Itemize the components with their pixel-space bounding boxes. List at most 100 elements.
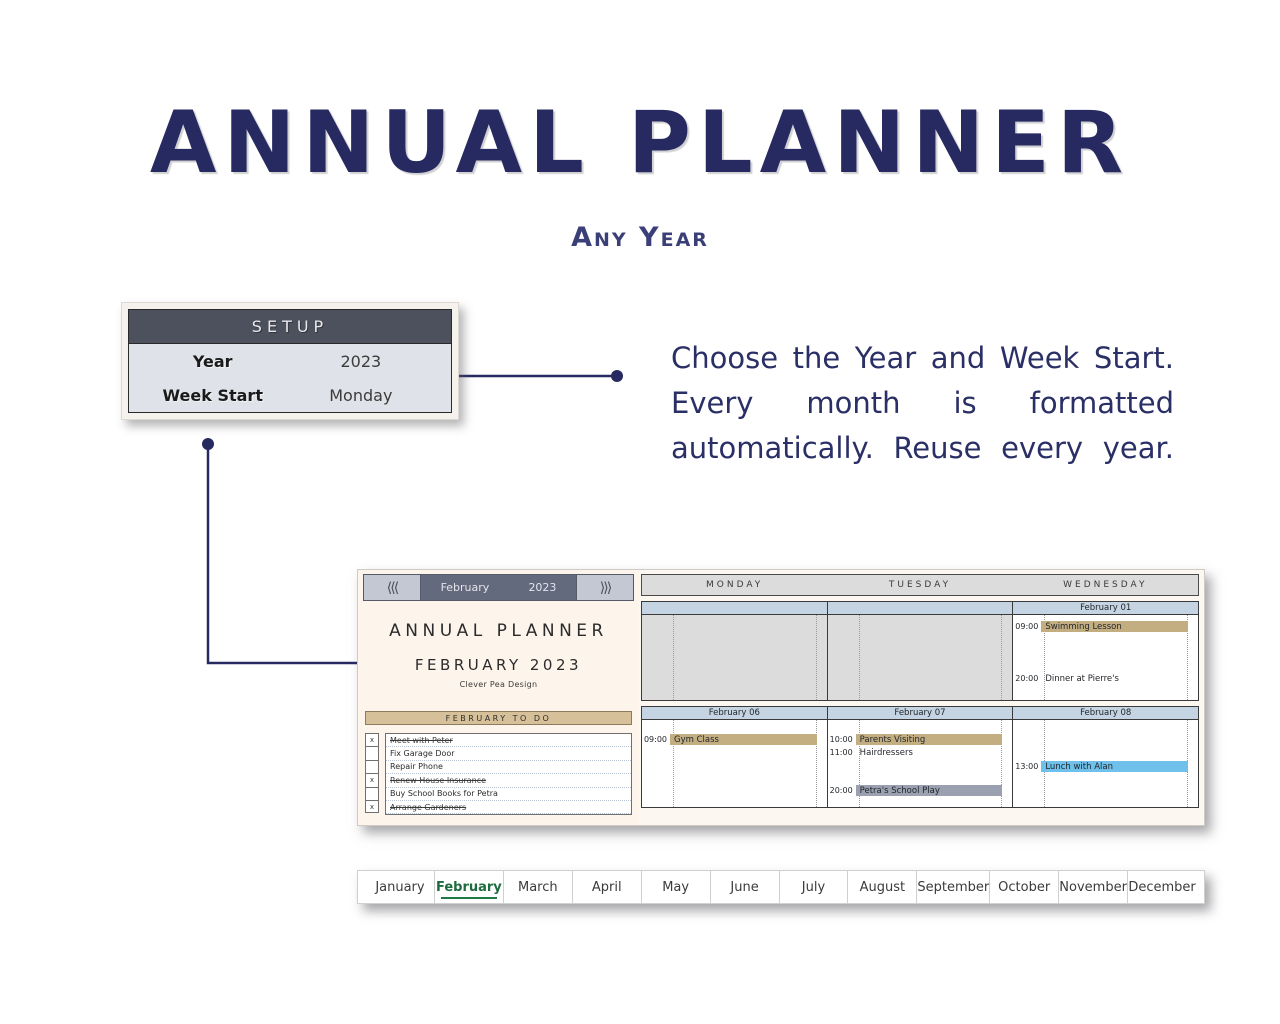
- poster-canvas: ANNUAL PLANNER Any Year SETUP Year 2023 …: [0, 0, 1280, 1024]
- setup-year-label: Year: [192, 351, 233, 371]
- calendar-date-label: February 01: [1013, 602, 1199, 615]
- calendar-event-label[interactable]: Petra's School Play: [855, 785, 1003, 796]
- todo-checkbox[interactable]: x: [365, 799, 379, 814]
- page-title: ANNUAL PLANNER: [149, 93, 1131, 193]
- calendar-day-body[interactable]: 09:00 Swimming Lesson 20:00 Dinner at Pierr…: [1013, 615, 1199, 700]
- calendar-event-time: 13:00: [1015, 762, 1039, 771]
- setup-header-label: SETUP: [129, 310, 451, 344]
- calendar-day-body[interactable]: 10:00 Parents Visiting 11:00 Hairdressers 20…: [827, 720, 1013, 807]
- calendar-event[interactable]: 09:00 Swimming Lesson: [1013, 621, 1198, 632]
- calendar-day-cell[interactable]: [642, 602, 828, 700]
- setup-year-value[interactable]: 2023: [296, 352, 425, 371]
- calendar-day-cell[interactable]: February 07 10:00 Parents Visiting 11:00 Hai…: [827, 707, 1014, 807]
- calendar-guide-line: [815, 615, 817, 700]
- planner-brand-title: ANNUAL PLANNER: [389, 621, 608, 641]
- prev-month-button[interactable]: ⟨⟨⟨: [363, 574, 421, 601]
- todo-section-header: FEBRUARY TO DO: [365, 711, 632, 725]
- todo-checkbox[interactable]: [365, 786, 379, 800]
- calendar-day-cell[interactable]: February 08 13:00 Lunch with Alan: [1013, 707, 1199, 807]
- page-subtitle: Any Year: [571, 222, 709, 253]
- calendar-weeks: February 01 09:00 Swimming Lesson 20:00 Dinn…: [641, 596, 1199, 808]
- current-month-display: February 2023: [421, 574, 576, 601]
- calendar-date-label: February 08: [1013, 707, 1199, 720]
- month-tab-october[interactable]: October: [990, 871, 1060, 903]
- todo-item[interactable]: Renew House Insurance: [386, 774, 631, 788]
- calendar-event[interactable]: 20:00 Dinner at Pierre's: [1013, 673, 1198, 684]
- calendar-week-row: February 06 09:00 Gym Class February 07 10:0…: [641, 706, 1199, 808]
- todo-checkbox[interactable]: x: [365, 773, 379, 787]
- calendar-event-time: 09:00: [643, 735, 667, 744]
- calendar-event-label[interactable]: Dinner at Pierre's: [1041, 673, 1188, 684]
- planner-nav-bar: ⟨⟨⟨ February 2023 ⟩⟩⟩: [363, 574, 634, 601]
- calendar-event-label[interactable]: Parents Visiting: [855, 734, 1003, 745]
- calendar-day-cell[interactable]: [827, 602, 1014, 700]
- calendar-event[interactable]: 09:00 Gym Class: [642, 734, 827, 745]
- calendar-guide-line: [858, 615, 860, 700]
- calendar-event-time: 20:00: [1015, 674, 1039, 683]
- setup-row-week-start: Week Start Monday: [129, 378, 451, 412]
- calendar-event-label[interactable]: Lunch with Alan: [1041, 761, 1189, 772]
- todo-item[interactable]: Fix Garage Door: [386, 747, 631, 761]
- calendar-event-time: 20:00: [829, 786, 853, 795]
- month-tab-february[interactable]: February: [435, 871, 504, 903]
- calendar-day-header: TUESDAY: [888, 580, 952, 590]
- setup-row-year: Year 2023: [129, 344, 451, 378]
- setup-panel-inner: SETUP Year 2023 Week Start Monday: [128, 309, 452, 413]
- planner-screenshot: ⟨⟨⟨ February 2023 ⟩⟩⟩ ANNUAL PLANNER FEB…: [357, 569, 1205, 826]
- calendar-day-headers: MONDAY TUESDAY WEDNESDAY: [641, 574, 1199, 596]
- calendar-event[interactable]: 13:00 Lunch with Alan: [1013, 761, 1198, 772]
- month-tab-may[interactable]: May: [642, 871, 711, 903]
- calendar-guide-line: [673, 615, 674, 700]
- month-tab-march[interactable]: March: [504, 871, 573, 903]
- callout-description: Choose the Year and Week Start. Every mo…: [671, 341, 1174, 465]
- todo-checkbox[interactable]: [365, 746, 379, 760]
- calendar-date-label: [642, 602, 827, 615]
- calendar-date-label: [827, 602, 1013, 615]
- setup-week-start-label: Week Start: [162, 385, 263, 405]
- calendar-day-body[interactable]: 13:00 Lunch with Alan: [1013, 720, 1199, 807]
- todo-item[interactable]: Repair Phone: [386, 761, 631, 775]
- nav-month-label: February: [440, 581, 490, 594]
- calendar-date-label: February 07: [827, 707, 1013, 720]
- calendar-event-time: 09:00: [1015, 622, 1039, 631]
- calendar-event-time: 11:00: [829, 748, 853, 757]
- calendar-day-cell[interactable]: February 01 09:00 Swimming Lesson 20:00 Dinn…: [1013, 602, 1199, 700]
- calendar-day-header: MONDAY: [706, 580, 764, 590]
- todo-item[interactable]: Arrange Gardeners: [386, 801, 631, 815]
- month-tab-june[interactable]: June: [711, 871, 780, 903]
- todo-item-column: Meet with Peter Fix Garage Door Repair Pho…: [385, 733, 632, 816]
- todo-checkbox[interactable]: x: [365, 733, 379, 747]
- month-tab-september[interactable]: September: [917, 871, 991, 903]
- month-tab-april[interactable]: April: [573, 871, 642, 903]
- calendar-event[interactable]: 20:00 Petra's School Play: [828, 785, 1013, 796]
- calendar-event[interactable]: 10:00 Parents Visiting: [828, 734, 1013, 745]
- nav-year-label: 2023: [528, 581, 557, 594]
- setup-week-start-value[interactable]: Monday: [296, 386, 425, 405]
- month-tab-july[interactable]: July: [780, 871, 849, 903]
- calendar-day-body[interactable]: [642, 615, 827, 700]
- calendar-event-label[interactable]: Gym Class: [670, 734, 817, 745]
- planner-month-heading: FEBRUARY 2023: [414, 656, 583, 674]
- calendar-event-time: 10:00: [829, 735, 853, 744]
- month-tab-august[interactable]: August: [848, 871, 918, 903]
- planner-left-pane: ⟨⟨⟨ February 2023 ⟩⟩⟩ ANNUAL PLANNER FEB…: [358, 570, 639, 825]
- todo-section: xxx Meet with Peter Fix Garage Door Repair…: [365, 733, 632, 816]
- calendar-guide-line: [1001, 615, 1003, 700]
- month-tab-december[interactable]: December: [1128, 871, 1196, 903]
- month-tab-january[interactable]: January: [366, 871, 435, 903]
- calendar-event-label[interactable]: Swimming Lesson: [1041, 621, 1189, 632]
- calendar-day-body[interactable]: [827, 615, 1013, 700]
- calendar-event[interactable]: 11:00 Hairdressers: [828, 747, 1013, 758]
- next-month-button[interactable]: ⟩⟩⟩: [576, 574, 634, 601]
- planner-designer-credit: Clever Pea Design: [459, 680, 538, 689]
- calendar-day-cell[interactable]: February 06 09:00 Gym Class: [642, 707, 828, 807]
- setup-panel: SETUP Year 2023 Week Start Monday: [121, 302, 459, 420]
- todo-item[interactable]: Meet with Peter: [386, 734, 631, 748]
- todo-checkbox[interactable]: [365, 759, 379, 774]
- month-tab-november[interactable]: November: [1059, 871, 1129, 903]
- calendar-event-label[interactable]: Hairdressers: [856, 747, 1003, 758]
- planner-calendar-pane: MONDAY TUESDAY WEDNESDAY February 01 09:00 S…: [639, 570, 1204, 825]
- todo-item[interactable]: Buy School Books for Petra: [386, 788, 631, 801]
- calendar-day-header: WEDNESDAY: [1063, 580, 1148, 590]
- calendar-day-body[interactable]: 09:00 Gym Class: [642, 720, 827, 807]
